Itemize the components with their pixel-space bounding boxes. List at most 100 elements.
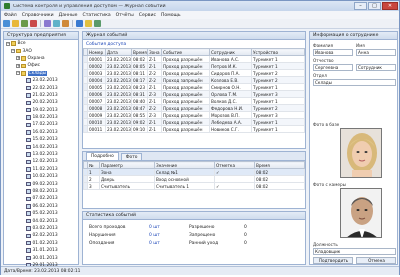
table-row[interactable]: 2 Дверь Вход основной 08:02 <box>83 175 305 183</box>
patronymic-field[interactable]: Сергеевна <box>313 64 353 71</box>
menu-file[interactable]: Файл <box>4 13 17 18</box>
tree-item[interactable]: 05.02.2013 <box>6 210 78 217</box>
tree-item[interactable]: 14.02.2013 <box>6 143 78 150</box>
col-date[interactable]: Дата <box>105 48 132 56</box>
label-position: Должность <box>313 242 338 247</box>
table-row[interactable]: 00005 23.02.2013 08:23 Z-1 Проход разрешён См… <box>83 83 305 91</box>
table-row[interactable]: 00006 23.02.2013 08:31 Z-3 Проход разрешён Ор… <box>83 90 305 98</box>
table-row[interactable]: 00008 23.02.2013 08:47 Z-2 Проход разрешён Фе… <box>83 104 305 112</box>
export-icon[interactable] <box>94 20 101 27</box>
table-row[interactable]: 00003 23.02.2013 08:11 Z-2 Проход разрешён Си… <box>83 69 305 77</box>
table-row[interactable]: 00001 23.02.2013 08:02 Z-1 Проход разрешён Ив… <box>83 55 305 63</box>
tree-item[interactable]: − Склады <box>6 70 78 77</box>
maximize-button[interactable]: □ <box>368 2 381 10</box>
table-row[interactable]: 00010 23.02.2013 09:02 Z-1 Проход разрешён Ле… <box>83 118 305 126</box>
col-mark[interactable]: Отметка <box>214 161 255 169</box>
table-row[interactable]: 00002 23.02.2013 08:05 Z-1 Проход разрешён Пе… <box>83 62 305 70</box>
tree-item[interactable]: − ЗАО <box>6 47 78 54</box>
col-time[interactable]: Время <box>131 48 148 56</box>
new-icon[interactable] <box>3 20 10 27</box>
delete-icon[interactable] <box>30 20 37 27</box>
status-field[interactable]: Сотрудник <box>356 64 396 71</box>
menu-data[interactable]: Данные <box>59 13 78 18</box>
print-icon[interactable] <box>62 20 69 27</box>
menu-help[interactable]: Помощь <box>161 13 181 18</box>
tree-item[interactable]: 16.02.2013 <box>6 129 78 136</box>
save-icon[interactable] <box>21 20 28 27</box>
filter-icon[interactable] <box>44 20 51 27</box>
settings-icon[interactable] <box>85 20 92 27</box>
col-number[interactable]: Номер <box>87 48 106 56</box>
menu-service[interactable]: Сервис <box>139 13 156 18</box>
tree-item[interactable]: 03.02.2013 <box>6 225 78 232</box>
table-row[interactable]: 00011 23.02.2013 09:10 Z-1 Проход разрешён Но… <box>83 125 305 133</box>
expand-icon[interactable]: + <box>16 63 20 68</box>
collapse-icon[interactable]: − <box>11 49 15 54</box>
tree-item[interactable]: + Охрана <box>6 55 78 62</box>
col-det-time[interactable]: Время <box>254 161 305 169</box>
col-index[interactable]: № <box>87 161 100 169</box>
tree-item[interactable]: 31.01.2013 <box>6 247 78 254</box>
refresh-icon[interactable] <box>53 20 60 27</box>
summary-value[interactable]: 0 шт <box>149 233 189 238</box>
position-field[interactable]: Кладовщик <box>313 248 396 255</box>
collapse-icon[interactable]: − <box>6 41 10 46</box>
col-value[interactable]: Значение <box>154 161 215 169</box>
col-device[interactable]: Устройство <box>251 48 305 56</box>
tree-item[interactable]: 06.02.2013 <box>6 203 78 210</box>
cancel-button[interactable]: Отмена <box>356 257 396 264</box>
tree-item[interactable]: 01.02.2013 <box>6 240 78 247</box>
search-icon[interactable] <box>76 20 83 27</box>
table-cell: 08:02 <box>254 175 305 183</box>
menu-statistics[interactable]: Статистика <box>83 13 111 18</box>
tree-item[interactable]: − Все <box>6 40 78 47</box>
tree-item[interactable]: 12.02.2013 <box>6 158 78 165</box>
tree-item[interactable]: 13.02.2013 <box>6 151 78 158</box>
tree-item[interactable]: 18.02.2013 <box>6 114 78 121</box>
tree-item[interactable]: 04.02.2013 <box>6 217 78 224</box>
tree-item[interactable]: 15.02.2013 <box>6 136 78 143</box>
menu-directories[interactable]: Справочники <box>22 13 54 18</box>
summary-value[interactable]: 0 шт <box>149 241 189 246</box>
table-row[interactable]: 3 Считыватель Считыватель 1 ✓ 08:02 <box>83 182 305 190</box>
confirm-button[interactable]: Подтвердить <box>313 257 353 264</box>
col-employee[interactable]: Сотрудник <box>209 48 252 56</box>
table-row[interactable]: 00004 23.02.2013 08:17 Z-2 Проход запрещён Ко… <box>83 76 305 84</box>
close-button[interactable]: ✕ <box>382 2 398 10</box>
tree-item[interactable]: 30.01.2013 <box>6 254 78 261</box>
tree-item[interactable]: 10.02.2013 <box>6 173 78 180</box>
tree-item[interactable]: 19.02.2013 <box>6 107 78 114</box>
tree-item[interactable]: 08.02.2013 <box>6 188 78 195</box>
department-field[interactable]: Склады <box>313 79 396 86</box>
menu-reports[interactable]: Отчёты <box>116 13 134 18</box>
minimize-button[interactable]: – <box>354 2 367 10</box>
col-event[interactable]: Событие <box>161 48 210 56</box>
tree-item[interactable]: 02.02.2013 <box>6 232 78 239</box>
firstname-field[interactable]: Анна <box>356 49 396 56</box>
table-row[interactable]: 1 Зона Склад №1 ✓ 08:02 <box>83 168 305 176</box>
tree-item-label: Все <box>17 41 26 47</box>
label-db-photo: Фото в базе <box>313 122 340 127</box>
tree-item[interactable]: + Офис <box>6 62 78 69</box>
expand-icon[interactable]: + <box>16 56 20 61</box>
col-parameter[interactable]: Параметр <box>99 161 155 169</box>
tree-item[interactable]: 11.02.2013 <box>6 166 78 173</box>
surname-field[interactable]: Иванова <box>313 49 353 56</box>
tree-item[interactable]: 09.02.2013 <box>6 180 78 187</box>
table-row[interactable]: 00009 23.02.2013 08:55 Z-3 Проход разрешён Мо… <box>83 111 305 119</box>
summary-value[interactable]: 0 шт <box>149 225 189 230</box>
collapse-icon[interactable]: − <box>16 71 20 76</box>
tree-item[interactable]: 22.02.2013 <box>6 84 78 91</box>
tab-photo[interactable]: Фото <box>120 153 143 160</box>
tree-item[interactable]: 17.02.2013 <box>6 121 78 128</box>
tree-item[interactable]: 20.02.2013 <box>6 99 78 106</box>
table-row[interactable]: 00007 23.02.2013 08:40 Z-1 Проход разрешён Во… <box>83 97 305 105</box>
table-cell: Зона <box>99 168 155 176</box>
tree-item[interactable]: 23.02.2013 <box>6 77 78 84</box>
col-zone[interactable]: Зона <box>147 48 162 56</box>
tree-item[interactable]: 07.02.2013 <box>6 195 78 202</box>
tree-item[interactable]: 21.02.2013 <box>6 92 78 99</box>
title-bar[interactable]: Система контроля и управления доступом —… <box>1 1 399 11</box>
open-icon[interactable] <box>12 20 19 27</box>
tab-details[interactable]: Подробно <box>86 152 119 160</box>
